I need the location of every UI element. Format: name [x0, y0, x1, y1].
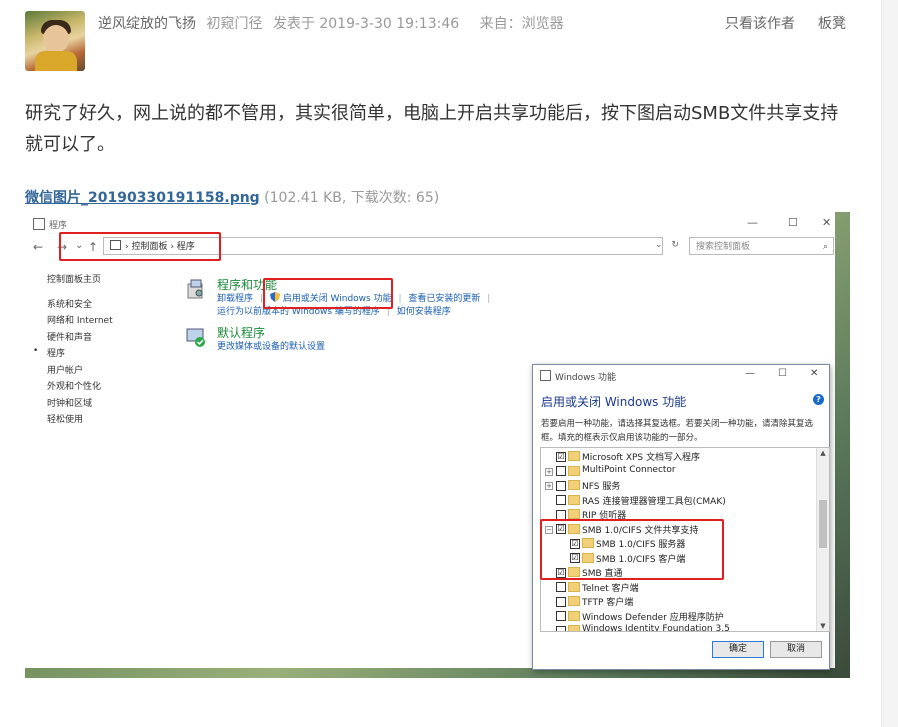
feature-label: Windows Defender 应用程序防护 [582, 612, 724, 623]
feature-label: Telnet 客户端 [582, 583, 639, 594]
cp-window-title: 程序 [33, 218, 67, 231]
scroll-thumb[interactable] [819, 500, 827, 548]
feature-checkbox[interactable] [556, 466, 566, 476]
folder-icon [568, 494, 580, 505]
windows-features-icon [540, 370, 551, 381]
feature-checkbox[interactable]: ☑ [556, 451, 566, 462]
highlight-box-features-link [263, 278, 393, 309]
attachment-link[interactable]: 微信图片_20190330191158.png [25, 190, 260, 206]
minimize-icon[interactable]: — [747, 216, 758, 229]
folder-icon [568, 451, 580, 461]
sidebar-item[interactable]: 轻松使用 [47, 412, 113, 429]
folder-icon [568, 480, 580, 490]
wf-window-title: Windows 功能 [540, 370, 616, 383]
sidebar-item[interactable]: 外观和个性化 [47, 379, 113, 396]
scroll-up-icon[interactable]: ▲ [817, 449, 829, 457]
uninstall-link[interactable]: 卸载程序 [217, 294, 253, 304]
programs-icon [187, 279, 203, 299]
expander-icon[interactable]: + [545, 482, 553, 490]
control-panel-window: 程序 — ☐ ✕ ← → ⌄ ↑ › 控制面板 › 程序 ⌄ ↻ 搜索控制面板 … [25, 212, 835, 670]
wf-close-icon[interactable]: ✕ [810, 368, 818, 379]
scroll-down-icon[interactable]: ▼ [817, 622, 829, 630]
folder-icon [568, 596, 580, 606]
feature-checkbox[interactable] [556, 611, 566, 621]
cancel-button[interactable]: 取消 [770, 641, 822, 658]
search-icon[interactable]: ⌕ [823, 238, 828, 256]
how-to-install-link[interactable]: 如何安装程序 [397, 307, 451, 317]
control-panel-icon [33, 218, 45, 230]
feature-label: Windows Identity Foundation 3.5 [582, 624, 730, 632]
feature-checkbox[interactable] [556, 495, 566, 505]
feature-checkbox[interactable] [556, 480, 566, 491]
feature-checkbox[interactable] [556, 582, 566, 592]
address-buttons: ⌄ ↻ [655, 240, 679, 250]
sidebar-item-current[interactable]: • 程序 [33, 346, 113, 363]
expander-icon[interactable]: + [545, 467, 553, 476]
wf-heading: 启用或关闭 Windows 功能 [541, 395, 687, 409]
post-source: 来自：浏览器 [479, 16, 564, 32]
cp-search-input[interactable]: 搜索控制面板 ⌕ [689, 237, 834, 255]
attachment-line: 微信图片_20190330191158.png (102.41 KB, 下载次数… [25, 187, 439, 207]
author-name[interactable]: 逆风绽放的飞扬 [98, 16, 196, 32]
page-scrollbar[interactable] [881, 0, 898, 727]
help-icon[interactable]: ? [813, 394, 824, 405]
wf-minimize-icon[interactable]: — [745, 368, 755, 379]
avatar-shirt [35, 51, 77, 71]
highlight-box-address [59, 232, 221, 261]
sidebar-item[interactable]: 时钟和区域 [47, 396, 113, 413]
author-rank: 初窥门径 [206, 16, 263, 32]
back-arrow-icon[interactable]: ← [33, 240, 43, 254]
folder-icon [568, 625, 580, 631]
feature-label: NFS 服务 [582, 482, 621, 492]
close-icon[interactable]: ✕ [822, 216, 831, 229]
feature-checkbox[interactable] [556, 625, 566, 631]
folder-icon [568, 581, 580, 592]
windows-features-dialog: Windows 功能 — ☐ ✕ 启用或关闭 Windows 功能 ? 若要启用… [532, 364, 830, 670]
tree-scrollbar[interactable]: ▲ ▼ [816, 448, 829, 631]
wf-description: 若要启用一种功能，请选择其复选框。若要关闭一种功能，请清除其复选框。填充的框表示… [541, 419, 814, 443]
feature-label: MultiPoint Connector [582, 464, 676, 475]
sidebar-item[interactable]: 系统和安全 [47, 297, 113, 314]
only-author-link[interactable]: 只看该作者 [725, 13, 795, 33]
feature-label: RAS 连接管理器管理工具包(CMAK) [582, 496, 726, 507]
feature-checkbox[interactable] [556, 596, 566, 607]
feature-label: Microsoft XPS 文档写入程序 [582, 453, 700, 463]
post-meta: 逆风绽放的飞扬 初窥门径 发表于 2019-3-30 19:13:46 来自：浏… [98, 13, 564, 33]
post-content: 研究了好久，网上说的都不管用，其实很简单，电脑上开启共享功能后，按下图启动SMB… [25, 103, 839, 155]
post-date: 发表于 2019-3-30 19:13:46 [272, 16, 460, 32]
maximize-icon[interactable]: ☐ [788, 216, 798, 229]
feature-label: TFTP 客户端 [582, 598, 634, 608]
wf-maximize-icon[interactable]: ☐ [778, 368, 787, 379]
sidebar-item[interactable]: 网络和 Internet [47, 313, 113, 330]
feature-checkbox[interactable] [556, 509, 566, 520]
refresh-icon[interactable]: ↻ [671, 240, 679, 250]
sidebar-home[interactable]: 控制面板主页 [47, 272, 113, 289]
ok-button[interactable]: 确定 [712, 641, 764, 658]
highlight-box-smb [540, 519, 724, 580]
attachment-info: (102.41 KB, 下载次数: 65) [264, 190, 440, 206]
folder-icon [568, 465, 580, 476]
floor-label[interactable]: 板凳 [818, 13, 846, 33]
defaults-link[interactable]: 更改媒体或设备的默认设置 [217, 339, 325, 352]
default-programs-icon [186, 328, 205, 347]
avatar-face [43, 25, 69, 53]
attachment-image[interactable]: 程序 — ☐ ✕ ← → ⌄ ↑ › 控制面板 › 程序 ⌄ ↻ 搜索控制面板 … [25, 212, 850, 678]
sidebar-item[interactable]: 硬件和声音 [47, 330, 113, 347]
author-avatar[interactable] [25, 11, 85, 71]
view-updates-link[interactable]: 查看已安装的更新 [408, 294, 480, 304]
current-bullet-icon: • [33, 346, 39, 356]
address-dropdown-icon[interactable]: ⌄ [655, 240, 663, 250]
cp-sidebar: 控制面板主页 系统和安全 网络和 Internet 硬件和声音 • 程序 用户帐户… [33, 272, 113, 429]
sidebar-item[interactable]: 用户帐户 [47, 363, 113, 380]
folder-icon [568, 610, 580, 621]
folder-icon [568, 509, 580, 519]
